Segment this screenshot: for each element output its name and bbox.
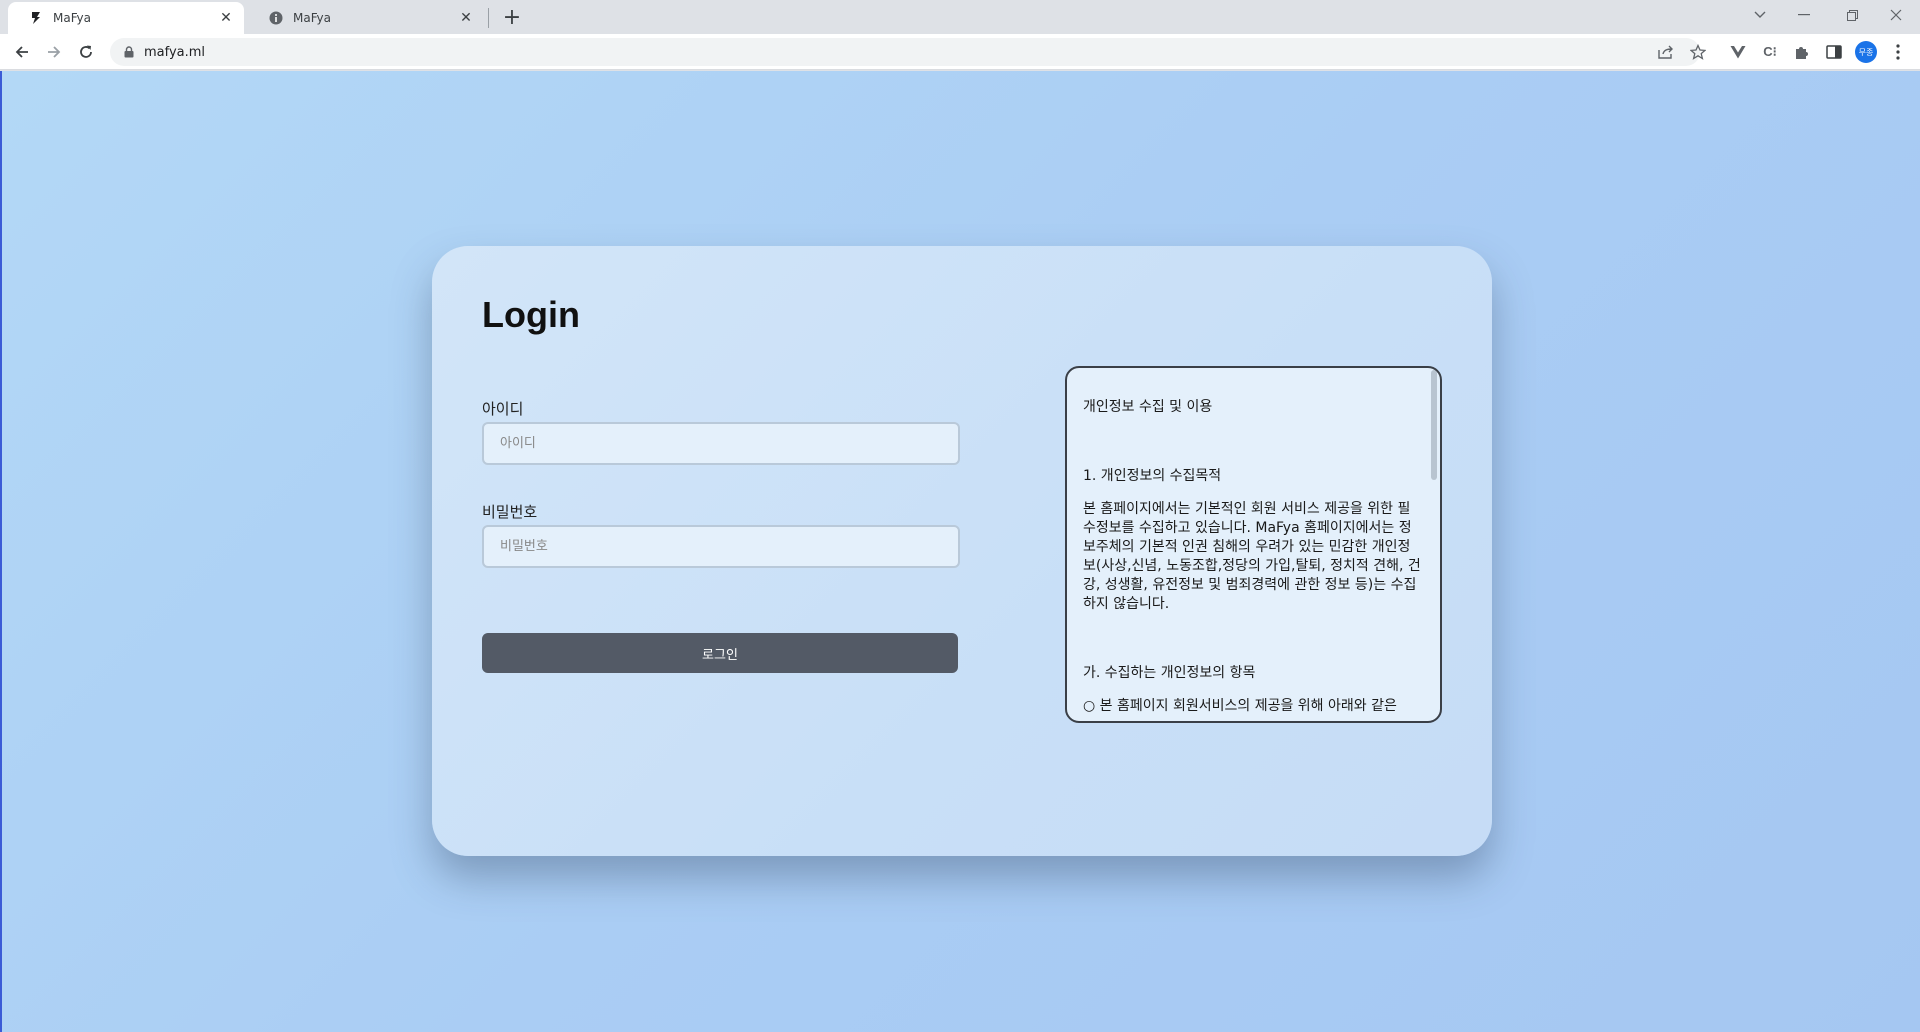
- site-favicon-icon: [28, 10, 44, 26]
- reload-icon[interactable]: [74, 40, 98, 64]
- extensions-puzzle-icon[interactable]: [1790, 40, 1814, 64]
- window-close-icon[interactable]: [1882, 4, 1910, 26]
- new-tab-button[interactable]: +: [500, 6, 524, 30]
- page-viewport: Login 아이디 비밀번호 로그인 개인정보 수집 및 이용 1. 개인정보의…: [0, 71, 1920, 1032]
- restore-icon[interactable]: [1838, 4, 1866, 26]
- terms-heading: 개인정보 수집 및 이용: [1083, 399, 1213, 415]
- back-icon[interactable]: [10, 40, 34, 64]
- id-label: 아이디: [482, 400, 524, 418]
- id-input[interactable]: [482, 422, 960, 465]
- tab-title: MaFya: [53, 11, 91, 25]
- terms-section2-title: 가. 수집하는 개인정보의 항목: [1083, 665, 1256, 681]
- menu-kebab-icon[interactable]: [1886, 40, 1910, 64]
- password-label: 비밀번호: [482, 503, 538, 521]
- browser-tab-active[interactable]: MaFya ✕: [8, 2, 244, 34]
- share-icon[interactable]: [1654, 40, 1678, 64]
- terms-scrollbar[interactable]: [1431, 370, 1437, 480]
- lock-icon: [122, 45, 136, 59]
- vue-extension-icon[interactable]: [1726, 40, 1750, 64]
- terms-section1-title: 1. 개인정보의 수집목적: [1083, 468, 1222, 484]
- minimize-icon[interactable]: [1790, 4, 1818, 26]
- bookmark-star-icon[interactable]: [1686, 40, 1710, 64]
- side-panel-icon[interactable]: [1822, 40, 1846, 64]
- tab-separator: [488, 8, 489, 28]
- browser-toolbar: mafya.ml C⁝ 무종: [0, 34, 1920, 70]
- tab-title: MaFya: [293, 11, 331, 25]
- url-text: mafya.ml: [144, 44, 206, 60]
- login-card: Login 아이디 비밀번호 로그인 개인정보 수집 및 이용 1. 개인정보의…: [432, 246, 1492, 856]
- extension-c-icon[interactable]: C⁝: [1758, 40, 1782, 64]
- login-title: Login: [482, 294, 580, 335]
- privacy-terms-box[interactable]: 개인정보 수집 및 이용 1. 개인정보의 수집목적 본 홈페이지에서는 기본적…: [1065, 366, 1442, 723]
- privacy-terms-content: 개인정보 수집 및 이용 1. 개인정보의 수집목적 본 홈페이지에서는 기본적…: [1083, 398, 1423, 716]
- address-bar[interactable]: mafya.ml: [110, 38, 1700, 66]
- tab-close-icon[interactable]: ✕: [218, 10, 234, 26]
- profile-avatar[interactable]: 무종: [1855, 41, 1877, 63]
- browser-tab-bar: MaFya ✕ MaFya ✕ +: [0, 0, 1920, 34]
- login-button[interactable]: 로그인: [482, 633, 958, 673]
- terms-section2-body: ○ 본 홈페이지 회원서비스의 제공을 위해 아래와 같은: [1083, 698, 1397, 714]
- forward-icon[interactable]: [42, 40, 66, 64]
- tab-search-icon[interactable]: [1746, 4, 1774, 26]
- tab-close-icon[interactable]: ✕: [458, 10, 474, 26]
- password-input[interactable]: [482, 525, 960, 568]
- info-favicon-icon: [268, 10, 284, 26]
- browser-tab[interactable]: MaFya ✕: [248, 2, 484, 34]
- terms-section1-body: 본 홈페이지에서는 기본적인 회원 서비스 제공을 위한 필수정보를 수집하고 …: [1083, 501, 1421, 612]
